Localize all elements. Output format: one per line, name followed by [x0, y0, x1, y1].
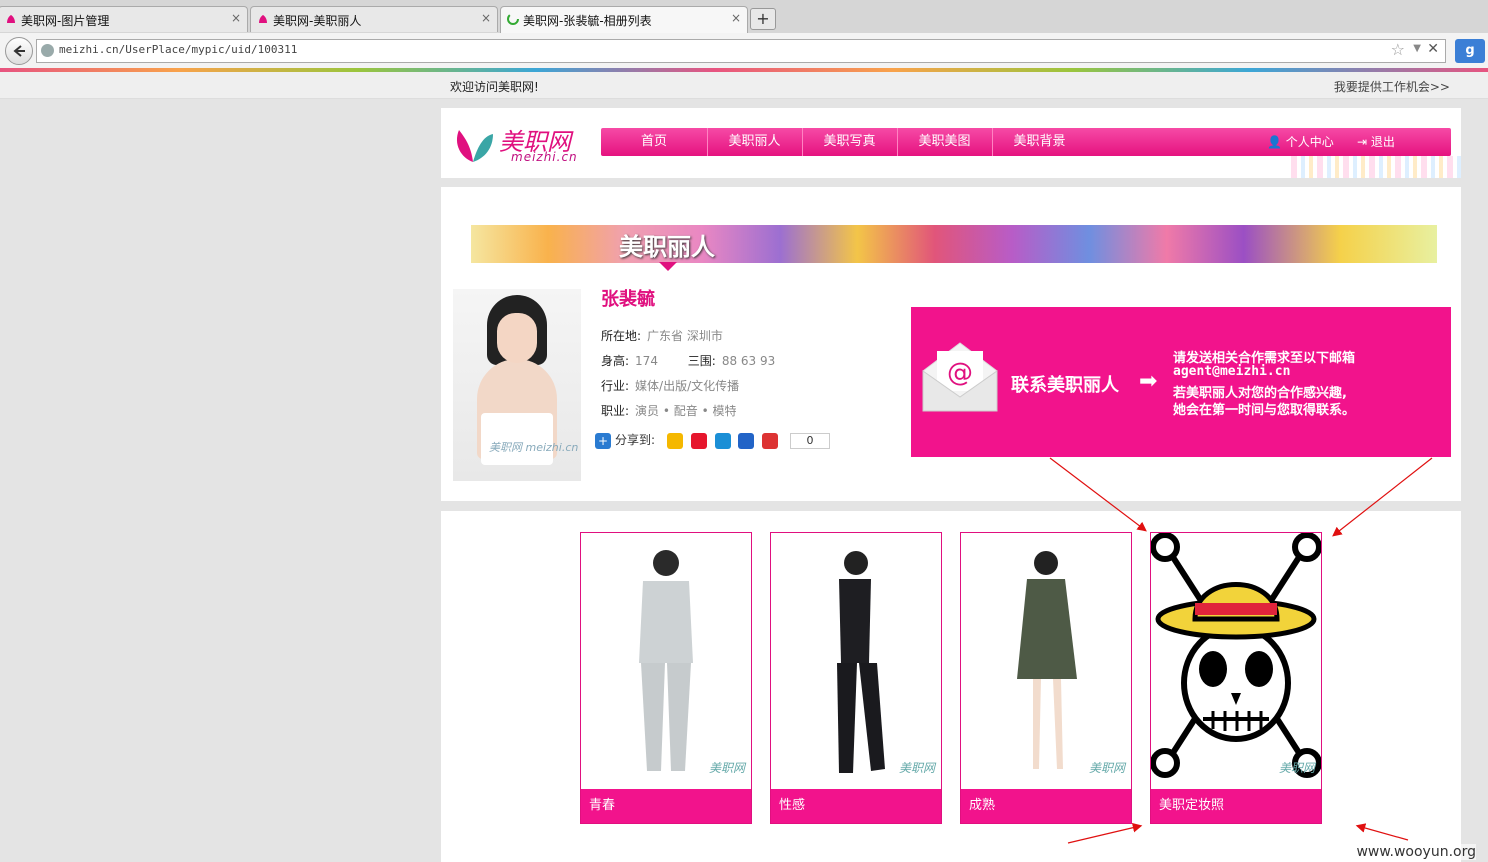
annotation-arrow [1049, 457, 1147, 532]
annotation-arrow [1067, 822, 1143, 844]
annotation-arrow [1355, 823, 1409, 841]
wooyun-watermark: www.wooyun.org [1356, 844, 1476, 860]
annotation-arrow [1332, 457, 1433, 537]
annotation-arrows [1049, 457, 1433, 844]
